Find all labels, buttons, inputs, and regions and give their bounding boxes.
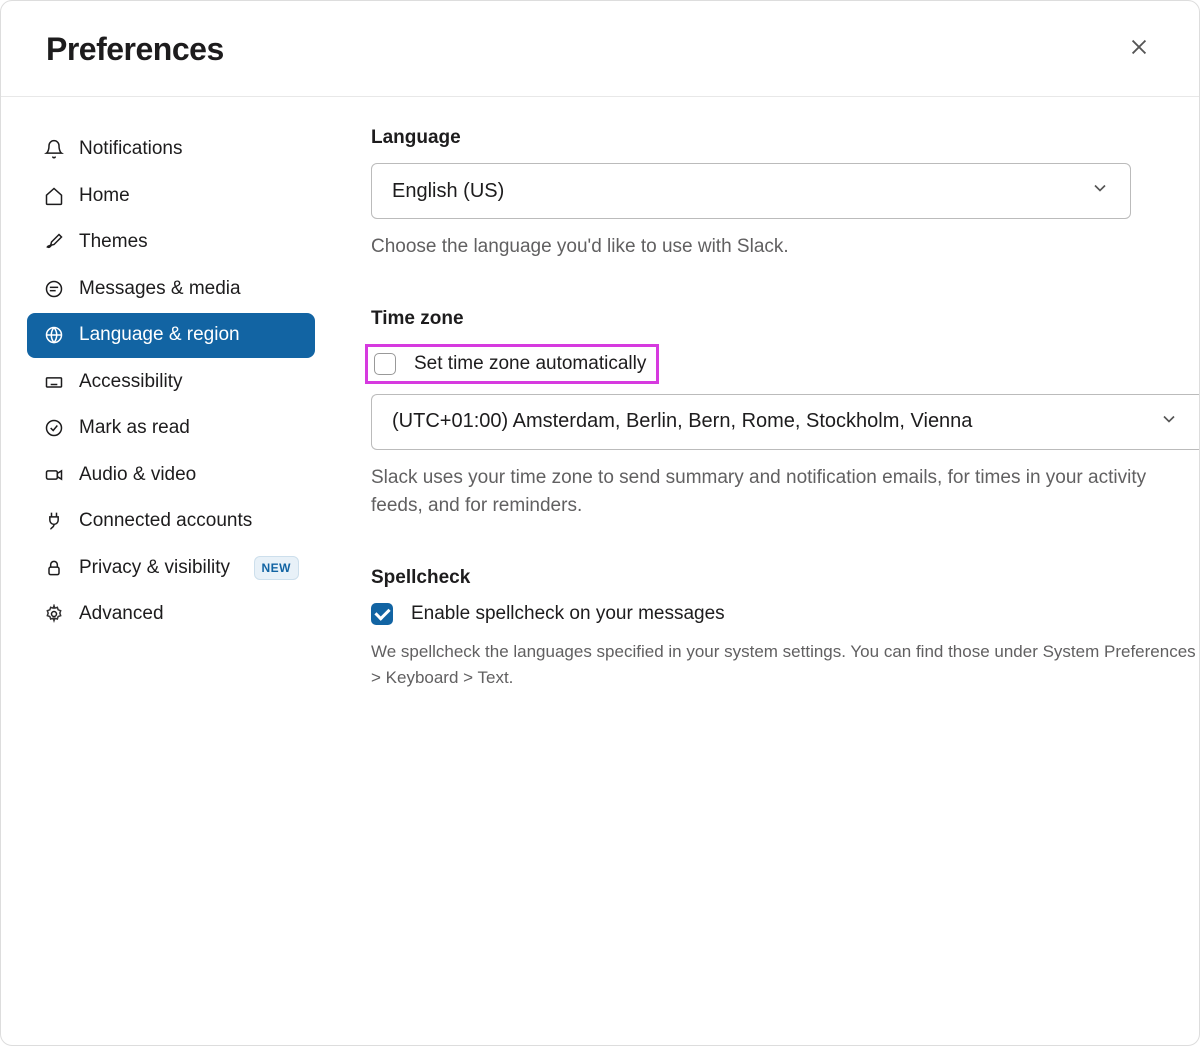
sidebar-item-advanced[interactable]: Advanced: [27, 592, 315, 637]
sidebar-item-label: Accessibility: [79, 368, 299, 397]
sidebar-item-label: Messages & media: [79, 275, 299, 304]
sidebar-item-label: Notifications: [79, 135, 299, 164]
timezone-help-text: Slack uses your time zone to send summar…: [371, 464, 1199, 521]
spellcheck-section: Spellcheck Enable spellcheck on your mes…: [371, 567, 1199, 692]
close-icon: [1128, 36, 1150, 63]
sidebar-item-home[interactable]: Home: [27, 174, 315, 219]
language-help-text: Choose the language you'd like to use wi…: [371, 233, 1199, 262]
sidebar-item-notifications[interactable]: Notifications: [27, 127, 315, 172]
sidebar-item-label: Home: [79, 182, 299, 211]
message-icon: [43, 278, 65, 300]
sidebar-item-label: Themes: [79, 228, 299, 257]
sidebar-item-label: Privacy & visibility: [79, 554, 240, 583]
gear-icon: [43, 603, 65, 625]
globe-icon: [43, 324, 65, 346]
check-circle-icon: [43, 417, 65, 439]
sidebar-item-audio-video[interactable]: Audio & video: [27, 453, 315, 498]
brush-icon: [43, 231, 65, 253]
language-select[interactable]: English (US): [371, 163, 1131, 219]
new-badge: NEW: [254, 556, 300, 580]
sidebar-item-label: Connected accounts: [79, 507, 299, 536]
sidebar-item-accessibility[interactable]: Accessibility: [27, 360, 315, 405]
sidebar-item-language[interactable]: Language & region: [27, 313, 315, 358]
language-select-value: English (US): [392, 180, 504, 203]
spellcheck-enable-checkbox[interactable]: [371, 603, 393, 625]
close-button[interactable]: [1121, 32, 1157, 68]
content-pane: Language English (US) Choose the languag…: [341, 97, 1199, 1045]
timezone-section-title: Time zone: [371, 308, 1199, 330]
timezone-auto-checkbox[interactable]: [374, 353, 396, 375]
lock-icon: [43, 557, 65, 579]
modal-body: Notifications Home Themes Messages & media L…: [1, 97, 1199, 1045]
sidebar-item-label: Language & region: [79, 321, 299, 350]
timezone-auto-row[interactable]: Set time zone automatically: [365, 344, 659, 384]
sidebar-item-label: Advanced: [79, 600, 299, 629]
timezone-section: Time zone Set time zone automatically (U…: [371, 308, 1199, 521]
video-icon: [43, 464, 65, 486]
page-title: Preferences: [46, 31, 224, 68]
preferences-modal: Preferences Notifications Home Themes Messa…: [0, 0, 1200, 1046]
timezone-select-value: (UTC+01:00) Amsterdam, Berlin, Bern, Rom…: [392, 410, 972, 433]
sidebar-item-mark-read[interactable]: Mark as read: [27, 406, 315, 451]
spellcheck-enable-label: Enable spellcheck on your messages: [411, 603, 725, 625]
modal-header: Preferences: [1, 1, 1199, 97]
bell-icon: [43, 138, 65, 160]
home-icon: [43, 185, 65, 207]
plug-icon: [43, 510, 65, 532]
sidebar-item-connected[interactable]: Connected accounts: [27, 499, 315, 544]
sidebar-item-themes[interactable]: Themes: [27, 220, 315, 265]
sidebar-item-privacy[interactable]: Privacy & visibility NEW: [27, 546, 315, 591]
timezone-auto-label: Set time zone automatically: [414, 353, 646, 375]
spellcheck-help-text: We spellcheck the languages specified in…: [371, 639, 1199, 692]
language-section: Language English (US) Choose the languag…: [371, 127, 1199, 262]
sidebar-item-label: Audio & video: [79, 461, 299, 490]
spellcheck-section-title: Spellcheck: [371, 567, 1199, 589]
language-section-title: Language: [371, 127, 1199, 149]
sidebar-item-label: Mark as read: [79, 414, 299, 443]
sidebar: Notifications Home Themes Messages & media L…: [1, 97, 341, 1045]
spellcheck-enable-row[interactable]: Enable spellcheck on your messages: [371, 603, 1199, 625]
timezone-select[interactable]: (UTC+01:00) Amsterdam, Berlin, Bern, Rom…: [371, 394, 1199, 450]
keyboard-icon: [43, 371, 65, 393]
chevron-down-icon: [1090, 178, 1110, 204]
chevron-down-icon: [1159, 409, 1179, 435]
sidebar-item-messages[interactable]: Messages & media: [27, 267, 315, 312]
